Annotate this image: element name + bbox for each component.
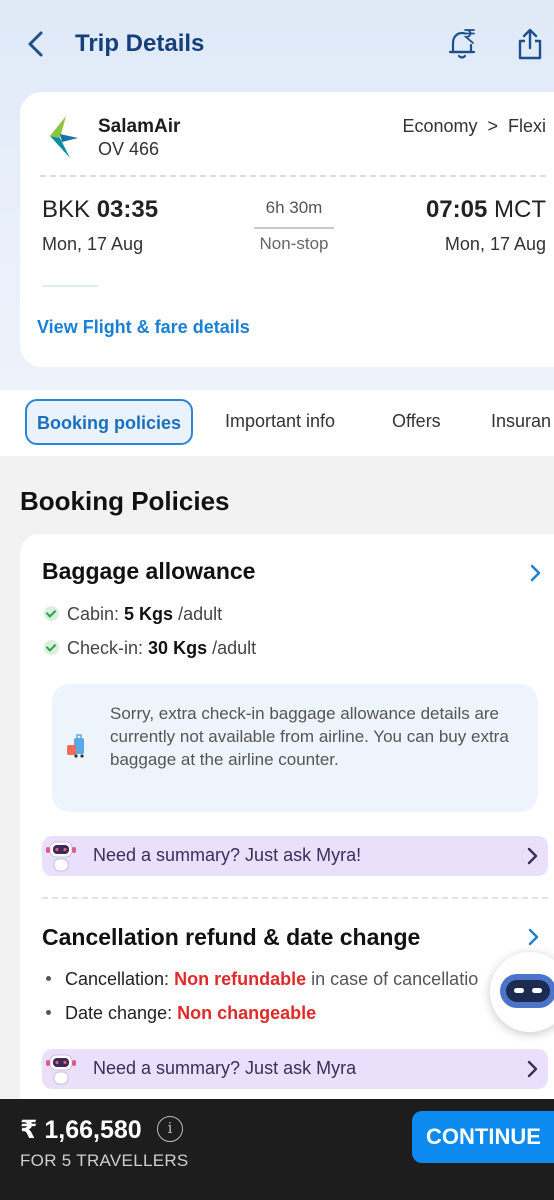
flight-number: OV 466 — [98, 139, 160, 159]
traveller-count: FOR 5 TRAVELLERS — [20, 1151, 189, 1170]
arrival: 07:05 MCT — [426, 196, 546, 224]
chevron-right-icon[interactable] — [528, 564, 542, 582]
total-price: ₹ 1,66,580 — [20, 1116, 142, 1144]
cabin-value: 5 Kgs — [124, 604, 174, 624]
chevron-right-icon[interactable] — [526, 928, 540, 946]
cabin-label: Cabin: — [67, 604, 120, 624]
stops: Non-stop — [259, 234, 329, 253]
fare-class: Economy > Flexi — [402, 116, 546, 136]
baggage-notice: Sorry, extra check-in baggage allowance … — [52, 684, 538, 812]
policies-card: Baggage allowance Cabin: 5 Kgs /adult Ch… — [20, 534, 554, 1100]
checkout-bar: ₹ 1,66,580 i FOR 5 TRAVELLERS CONTINUE — [0, 1099, 554, 1200]
departure-time: 03:35 — [96, 196, 159, 223]
checkin-label: Check-in: — [67, 638, 144, 658]
divider — [40, 175, 546, 177]
view-fare-details-link[interactable]: View Flight & fare details — [37, 317, 250, 338]
cancellation-heading[interactable]: Cancellation refund & date change — [42, 924, 420, 951]
departure-code: BKK — [42, 196, 91, 223]
chevron-right-icon — [527, 847, 538, 865]
airline-name: SalamAir — [98, 116, 181, 137]
flight-summary-card: SalamAir OV 466 Economy > Flexi BKK 03:3… — [20, 92, 554, 367]
cancellation-rest: in case of cancellatio — [311, 969, 479, 989]
baggage-notice-text: Sorry, extra check-in baggage allowance … — [110, 704, 509, 769]
fare-alert-bell-icon[interactable] — [447, 27, 477, 61]
myra-bot-icon — [46, 1054, 76, 1085]
cabin-allowance: Cabin: 5 Kgs /adult — [44, 604, 222, 625]
myra-summary-text: Need a summary? Just ask Myra — [93, 1058, 357, 1078]
policy-tabs: Booking policies Important info Offers I… — [0, 390, 554, 456]
divider — [42, 285, 98, 287]
myra-summary-text: Need a summary? Just ask Myra! — [93, 845, 362, 865]
flight-duration: 6h 30m — [265, 198, 323, 217]
myra-summary-button[interactable]: Need a summary? Just ask Myra! — [42, 836, 548, 876]
chevron-right-icon — [527, 1060, 538, 1078]
bullet — [46, 1010, 51, 1015]
myra-bot-icon — [46, 841, 76, 872]
tab-important-info[interactable]: Important info — [225, 399, 335, 445]
myra-bot-icon — [500, 974, 554, 1008]
date-change-label: Date change: — [65, 1003, 173, 1023]
departure-date: Mon, 17 Aug — [42, 234, 144, 254]
date-change-policy: Date change: Non changeable — [46, 1003, 316, 1024]
tab-offers[interactable]: Offers — [392, 399, 441, 445]
bullet — [46, 976, 51, 981]
salamair-logo — [50, 116, 78, 158]
checkin-value: 30 Kgs — [148, 638, 208, 658]
myra-floating-button[interactable] — [490, 952, 554, 1032]
header: Trip Details — [0, 0, 554, 90]
check-icon — [44, 606, 59, 621]
divider — [42, 897, 548, 899]
section-title: Booking Policies — [20, 486, 230, 516]
checkin-allowance: Check-in: 30 Kgs /adult — [44, 638, 256, 659]
cancellation-label: Cancellation: — [65, 969, 170, 989]
tab-booking-policies[interactable]: Booking policies — [25, 399, 194, 445]
cancellation-value: Non refundable — [174, 969, 307, 989]
baggage-icon — [67, 734, 84, 758]
back-chevron-icon[interactable] — [22, 28, 50, 60]
checkin-unit: /adult — [212, 638, 257, 658]
arrival-date: Mon, 17 Aug — [444, 234, 546, 254]
arrival-time: 07:05 — [425, 196, 488, 223]
continue-button[interactable]: CONTINUE — [412, 1111, 554, 1163]
myra-summary-button[interactable]: Need a summary? Just ask Myra — [42, 1049, 548, 1089]
baggage-heading[interactable]: Baggage allowance — [42, 558, 255, 585]
cabin-unit: /adult — [178, 604, 223, 624]
check-icon — [44, 640, 59, 655]
departure: BKK 03:35 — [42, 196, 158, 224]
page-title: Trip Details — [75, 30, 205, 57]
cancellation-policy: Cancellation: Non refundable in case of … — [46, 969, 478, 990]
duration-line — [254, 227, 334, 229]
date-change-value: Non changeable — [177, 1003, 317, 1023]
arrival-code: MCT — [494, 196, 546, 223]
share-icon[interactable] — [515, 26, 545, 62]
info-icon[interactable]: i — [157, 1116, 183, 1142]
tab-insurance[interactable]: Insuran — [491, 399, 551, 445]
